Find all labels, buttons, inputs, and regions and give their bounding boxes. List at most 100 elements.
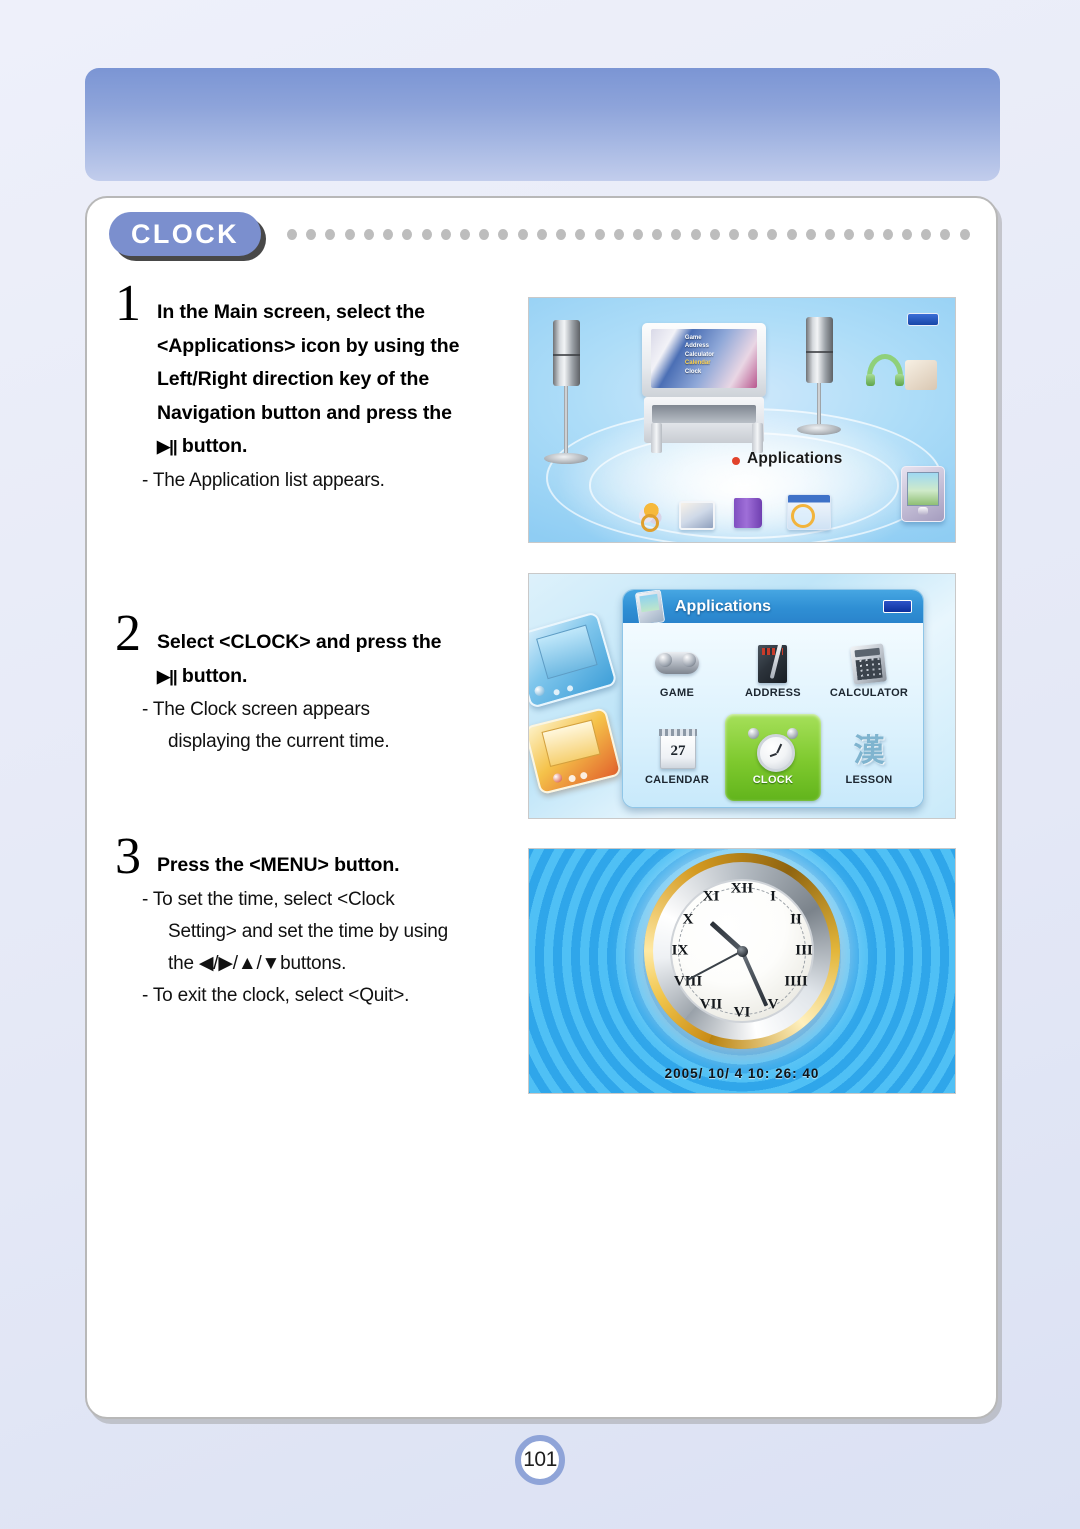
app-label-clock: CLOCK xyxy=(752,774,794,786)
numeral-11: XI xyxy=(702,888,720,905)
step-2-title-line-1: Select <CLOCK> and press the xyxy=(157,631,442,653)
app-item-calendar[interactable]: 27 CALENDAR xyxy=(629,714,725,801)
step-3-number: 3 xyxy=(115,828,141,885)
step-2-note-2: displaying the current time. xyxy=(168,731,390,752)
pda-icon xyxy=(901,466,945,522)
section-title-badge: CLOCK xyxy=(109,212,261,256)
handheld-device-blue-icon xyxy=(529,611,618,709)
step-1-head: 1 In the Main screen, select the <Applic… xyxy=(115,278,535,464)
app-item-address[interactable]: ADDRESS xyxy=(725,627,821,714)
dotted-divider xyxy=(287,228,970,240)
gamepad-icon xyxy=(651,642,703,686)
browser-search-icon xyxy=(787,494,831,530)
handheld-device-orange-icon xyxy=(529,706,623,796)
step-2-head: 2 Select <CLOCK> and press the ▶|| butto… xyxy=(115,608,535,693)
battery-icon xyxy=(907,313,939,326)
lesson-glyph: 漢 xyxy=(853,732,885,769)
step-1: 1 In the Main screen, select the <Applic… xyxy=(115,278,535,497)
applications-titlebar: Applications xyxy=(623,590,923,626)
step-3-note-4: - To exit the clock, select <Quit>. xyxy=(142,984,410,1006)
alarm-clock-icon xyxy=(747,728,799,773)
step-3-title: Press the <MENU> button. xyxy=(157,839,400,883)
app-item-calculator[interactable]: CALCULATOR xyxy=(821,627,917,714)
section-header: CLOCK xyxy=(109,212,976,260)
book-icon xyxy=(729,498,762,528)
app-label-calculator: CALCULATOR xyxy=(829,687,909,699)
applications-window: Applications GAME ADDRESS CALCULATOR 27 … xyxy=(622,589,924,808)
clock-face: XII I II III IIII V VI VII VIII IX X XI xyxy=(670,879,814,1024)
step-1-title-line-4: Navigation button and press the xyxy=(157,401,452,424)
tv-menu-item-address: Address xyxy=(684,343,709,350)
app-label-address: ADDRESS xyxy=(745,687,801,699)
play-pause-icon: ▶|| xyxy=(157,437,178,456)
content-card: CLOCK 1 In the Main screen, select the <… xyxy=(85,196,998,1419)
numeral-7: VII xyxy=(699,996,723,1013)
step-2-number: 2 xyxy=(115,605,141,662)
step-2-title: Select <CLOCK> and press the ▶|| button. xyxy=(157,616,441,693)
applications-window-title: Applications xyxy=(675,597,772,615)
numeral-9: IX xyxy=(671,942,689,959)
step-2-notes: - The Clock screen appears displaying th… xyxy=(115,694,535,758)
tv-menu-item-clock: Clock xyxy=(684,368,702,375)
tv-stand xyxy=(644,397,764,443)
app-item-clock[interactable]: CLOCK xyxy=(725,714,821,801)
applications-label: Applications xyxy=(731,450,843,467)
speaker-right-icon xyxy=(806,317,833,383)
step-2-title-last: button. xyxy=(181,664,248,687)
numeral-2: II xyxy=(790,911,802,928)
step-3-head: 3 Press the <MENU> button. xyxy=(115,831,535,883)
calendar-day-number: 27 xyxy=(659,729,697,769)
tv-menu-item-calendar: Calendar xyxy=(684,360,711,367)
numeral-1: I xyxy=(770,888,776,905)
applications-grid: GAME ADDRESS CALCULATOR 27 CALENDAR CLOC… xyxy=(623,623,923,807)
step-3-note-2: Setting> and set the time by using xyxy=(168,920,448,942)
main-screen-scene: Game Address Calculator Calendar Clock A… xyxy=(529,298,955,542)
tv-menu-item-game: Game xyxy=(684,334,702,341)
figure-main-screen: Game Address Calculator Calendar Clock A… xyxy=(528,297,956,543)
app-label-calendar: CALENDAR xyxy=(644,774,710,786)
app-item-game[interactable]: GAME xyxy=(629,627,725,714)
app-label-lesson: LESSON xyxy=(845,774,893,786)
step-1-number: 1 xyxy=(115,275,141,332)
step-1-notes: - The Application list appears. xyxy=(115,465,535,497)
page-number: 101 xyxy=(515,1435,565,1485)
app-label-game: GAME xyxy=(659,687,695,699)
clock-datetime-readout: 2005/ 10/ 4 10: 26: 40 xyxy=(664,1066,820,1081)
numeral-3: III xyxy=(795,942,813,959)
tv-leg-right xyxy=(752,423,763,453)
notebook-icon xyxy=(747,642,799,686)
speaker-left-stand xyxy=(564,386,568,456)
tv-menu-item-calculator: Calculator xyxy=(684,351,715,358)
figure-applications-menu: Applications GAME ADDRESS CALCULATOR 27 … xyxy=(528,573,956,819)
step-3-note-1: - To set the time, select <Clock xyxy=(142,888,395,910)
step-1-title-line-5: ▶|| button. xyxy=(157,430,459,464)
step-3-title-line-1: Press the <MENU> button. xyxy=(157,854,400,876)
numeral-5: V xyxy=(767,996,779,1013)
calculator-icon xyxy=(843,642,895,686)
step-1-title-line-1: In the Main screen, select the xyxy=(157,301,425,323)
app-item-lesson[interactable]: 漢 LESSON xyxy=(821,714,917,801)
step-3: 3 Press the <MENU> button. - To set the … xyxy=(115,831,535,1012)
step-2-note-1: - The Clock screen appears xyxy=(142,699,370,720)
headphones-icon xyxy=(866,354,904,386)
step-1-title: In the Main screen, select the <Applicat… xyxy=(157,286,459,464)
numeral-12: XII xyxy=(730,880,754,897)
clock-scene: XII I II III IIII V VI VII VIII IX X XI xyxy=(529,849,955,1093)
photo-icon xyxy=(679,501,715,530)
step-1-title-last: button. xyxy=(181,435,248,457)
speaker-right-base xyxy=(797,424,841,435)
battery-icon xyxy=(883,600,912,613)
speaker-left-base xyxy=(544,453,588,464)
numeral-8: VIII xyxy=(673,973,703,990)
calendar-icon: 27 xyxy=(651,729,703,773)
flower-icon xyxy=(637,502,663,532)
tv-screen: Game Address Calculator Calendar Clock xyxy=(651,329,757,388)
step-3-notes: - To set the time, select <Clock Setting… xyxy=(115,884,535,1012)
applications-window-icon xyxy=(634,590,666,626)
tv-menu-list: Game Address Calculator Calendar Clock xyxy=(685,334,714,377)
clock-bezel: XII I II III IIII V VI VII VIII IX X XI xyxy=(653,862,831,1041)
header-banner xyxy=(85,68,1000,181)
step-2: 2 Select <CLOCK> and press the ▶|| butto… xyxy=(115,608,535,758)
tv-leg-left xyxy=(651,423,662,453)
step-1-note-1: - The Application list appears. xyxy=(142,469,385,491)
